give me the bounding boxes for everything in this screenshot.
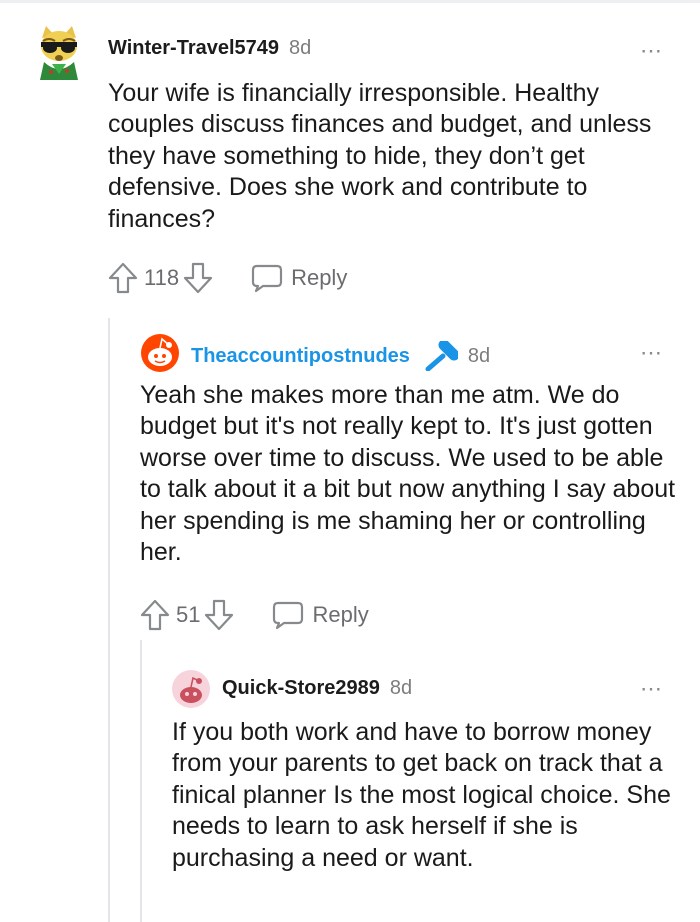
username[interactable]: Theaccountipostnudes [191, 345, 410, 368]
more-options-icon[interactable]: ⋯ [640, 678, 663, 700]
timestamp: 8d [467, 344, 491, 367]
more-options-icon[interactable]: ⋯ [640, 40, 663, 62]
timestamp: 8d [289, 37, 312, 59]
thread-line[interactable] [140, 640, 142, 922]
top-divider [0, 0, 700, 3]
thread-line[interactable] [108, 318, 110, 922]
comment-body: If you both work and have to borrow mone… [172, 718, 671, 872]
comment-body: Yeah she makes more than me atm. We do b… [140, 381, 676, 567]
vote-count: 118 [144, 265, 180, 290]
upvote-icon[interactable] [140, 599, 170, 631]
reply-label: Reply [312, 602, 369, 627]
microphone-icon [425, 341, 458, 371]
upvote-icon[interactable] [108, 262, 138, 294]
vote-count: 51 [176, 602, 201, 627]
reply-button[interactable]: Reply [272, 600, 369, 630]
reply-label: Reply [291, 265, 348, 290]
cat-avatar-icon[interactable] [34, 24, 84, 82]
chat-bubble-icon [251, 264, 283, 293]
reply-button[interactable]: Reply [251, 263, 347, 293]
username[interactable]: Quick-Store2989 [222, 677, 380, 700]
username[interactable]: Winter-Travel5749 [108, 37, 279, 60]
snoo-avatar-icon[interactable] [139, 333, 181, 373]
more-options-icon[interactable]: ⋯ [640, 342, 663, 364]
timestamp: 8d [389, 677, 413, 699]
comment-body: Your wife is financially irresponsible. … [108, 79, 652, 233]
chat-bubble-icon [273, 601, 304, 630]
downvote-icon[interactable] [183, 262, 213, 294]
snoo-avatar-icon[interactable] [170, 669, 212, 709]
downvote-icon[interactable] [204, 599, 234, 631]
